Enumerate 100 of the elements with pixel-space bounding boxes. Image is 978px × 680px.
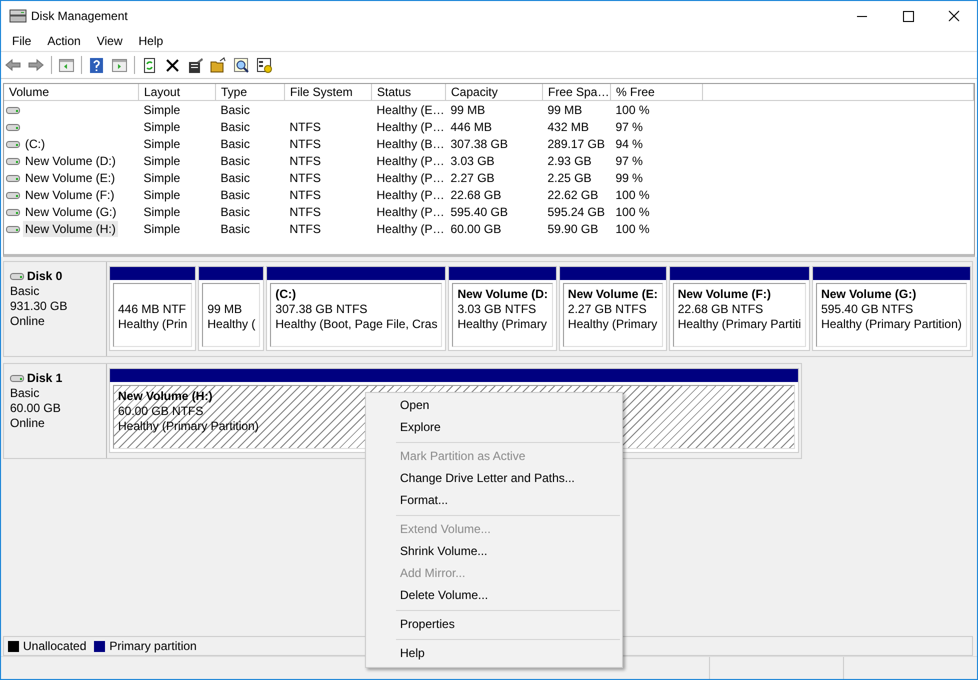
table-cell: 2.25 GB <box>548 170 592 184</box>
partition-size: 307.38 GB NTFS <box>275 302 368 317</box>
table-cell: 100 % <box>616 204 650 218</box>
table-cell: 97 % <box>616 154 643 168</box>
disk-status: Online <box>10 314 46 329</box>
forward-arrow-icon[interactable] <box>28 56 45 74</box>
partition-block[interactable]: New Volume (E: 2.27 GB NTFS Healthy (Primary <box>562 283 663 347</box>
table-cell: Basic <box>220 136 250 150</box>
menu-item[interactable]: Properties <box>366 614 622 636</box>
partition-name: New Volume (G:) <box>821 287 916 302</box>
column-header[interactable]: Status <box>372 84 446 100</box>
folder-icon[interactable] <box>210 56 227 74</box>
list-entry[interactable]: New Volume (F:) <box>23 186 116 202</box>
drive-icon <box>6 122 20 132</box>
window-title: Disk Management <box>31 9 128 23</box>
table-cell: 289.17 GB <box>548 136 605 150</box>
drive-icon <box>6 140 20 149</box>
partition-block[interactable]: (C:) 307.38 GB NTFS Healthy (Boot, Page File, Cras <box>270 283 442 347</box>
delete-icon[interactable] <box>164 56 181 74</box>
column-header[interactable]: % Free <box>610 84 702 100</box>
menu-item[interactable]: Format... <box>366 490 622 512</box>
list-entry[interactable]: New Volume (D:) <box>23 152 118 168</box>
disk-size: 931.30 GB <box>10 299 68 314</box>
drive-icon <box>10 374 24 384</box>
partition-name: New Volume (E: <box>568 287 658 302</box>
table-cell: Simple <box>144 170 180 184</box>
partition-status: Healthy ( <box>207 317 256 332</box>
list-entry[interactable]: New Volume (G:) <box>23 204 118 220</box>
partition-block[interactable]: 446 MB NTF Healthy (Prin <box>113 283 192 347</box>
table-cell: 22.62 GB <box>548 188 598 202</box>
partition-block[interactable]: 99 MB Healthy ( <box>202 283 260 347</box>
table-cell: NTFS <box>290 222 321 236</box>
column-header[interactable]: File System <box>284 84 372 100</box>
panel-icon[interactable] <box>111 56 128 74</box>
menu-item[interactable]: Shrink Volume... <box>366 541 622 563</box>
menu-item[interactable]: Action <box>39 34 89 48</box>
table-cell: 3.03 GB <box>450 154 495 168</box>
menu-item[interactable]: View <box>88 34 130 48</box>
partition-name: (C:) <box>275 287 296 302</box>
menu-item[interactable]: Help <box>130 34 172 48</box>
column-header[interactable]: Capacity <box>446 84 542 100</box>
magnifier-icon[interactable] <box>233 56 250 74</box>
table-cell: Healthy (P… <box>376 170 445 184</box>
table-cell: 99 MB <box>450 102 486 116</box>
partition-size: 22.68 GB NTFS <box>678 302 764 317</box>
partition-status: Healthy (Primary <box>457 317 547 332</box>
back-arrow-icon[interactable] <box>5 56 22 74</box>
table-cell: Healthy (P… <box>376 204 445 218</box>
column-header[interactable]: Layout <box>138 84 216 100</box>
menu-item[interactable]: File <box>4 34 40 48</box>
table-cell: 307.38 GB <box>450 136 508 150</box>
list-entry[interactable]: New Volume (E:) <box>23 170 118 186</box>
drive-icon <box>6 190 20 200</box>
table-cell: Simple <box>144 188 180 202</box>
table-cell: NTFS <box>290 136 321 150</box>
table-cell: Healthy (P… <box>376 188 445 202</box>
table-cell: Healthy (P… <box>376 120 445 134</box>
menu-item[interactable]: Change Drive Letter and Paths... <box>366 468 622 490</box>
table-cell: NTFS <box>290 204 321 218</box>
table-cell: 446 MB <box>450 120 492 134</box>
table-cell: Simple <box>144 154 180 168</box>
partition-size: 60.00 GB NTFS <box>118 404 204 419</box>
menu-item[interactable]: Delete Volume... <box>366 585 622 607</box>
partition-block[interactable]: New Volume (G:) 595.40 GB NTFS Healthy (Primary Partition) <box>816 283 967 347</box>
partition-size: 2.27 GB NTFS <box>568 302 647 317</box>
list-entry[interactable]: New Volume (H:) <box>23 220 118 236</box>
table-cell: Simple <box>144 120 180 134</box>
partition-size: 446 MB NTF <box>118 302 186 317</box>
menu-item[interactable]: Help <box>366 643 622 665</box>
list-entry[interactable]: (C:) <box>23 136 47 152</box>
table-cell: Healthy (P… <box>376 222 445 236</box>
menu-item[interactable]: Open <box>366 395 622 417</box>
partition-block[interactable]: New Volume (F:) 22.68 GB NTFS Healthy (Primary Partiti <box>672 283 806 347</box>
partition-status: Healthy (Primary Partition) <box>821 317 962 332</box>
column-header[interactable]: Type <box>216 84 284 100</box>
disk-size: 60.00 GB <box>10 401 62 416</box>
settings-icon[interactable] <box>256 56 273 74</box>
table-cell: Healthy (P… <box>376 154 445 168</box>
column-header[interactable]: Volume <box>4 84 138 100</box>
help-icon[interactable] <box>88 56 105 74</box>
table-cell: 2.27 GB <box>450 170 495 184</box>
partition-name: New Volume (F:) <box>678 287 771 302</box>
table-cell: Basic <box>220 154 250 168</box>
properties-icon[interactable] <box>187 56 204 74</box>
table-cell: Basic <box>220 102 250 116</box>
partition-block[interactable]: New Volume (D: 3.03 GB NTFS Healthy (Primary <box>452 283 553 347</box>
partition-status: Healthy (Boot, Page File, Cras <box>275 317 438 332</box>
table-cell: NTFS <box>290 170 321 184</box>
menu-item[interactable]: Explore <box>366 417 622 439</box>
disk-type: Basic <box>10 284 40 299</box>
panel-icon[interactable] <box>58 56 75 74</box>
drive-icon <box>6 106 20 115</box>
table-cell: Simple <box>144 204 180 218</box>
table-cell: Simple <box>144 222 180 236</box>
table-cell: 97 % <box>616 120 643 134</box>
column-header[interactable]: Free Spa… <box>542 84 610 100</box>
refresh-icon[interactable] <box>141 56 158 74</box>
table-cell: 60.00 GB <box>450 222 502 236</box>
table-cell: Basic <box>220 204 250 218</box>
table-cell: 100 % <box>616 102 650 116</box>
